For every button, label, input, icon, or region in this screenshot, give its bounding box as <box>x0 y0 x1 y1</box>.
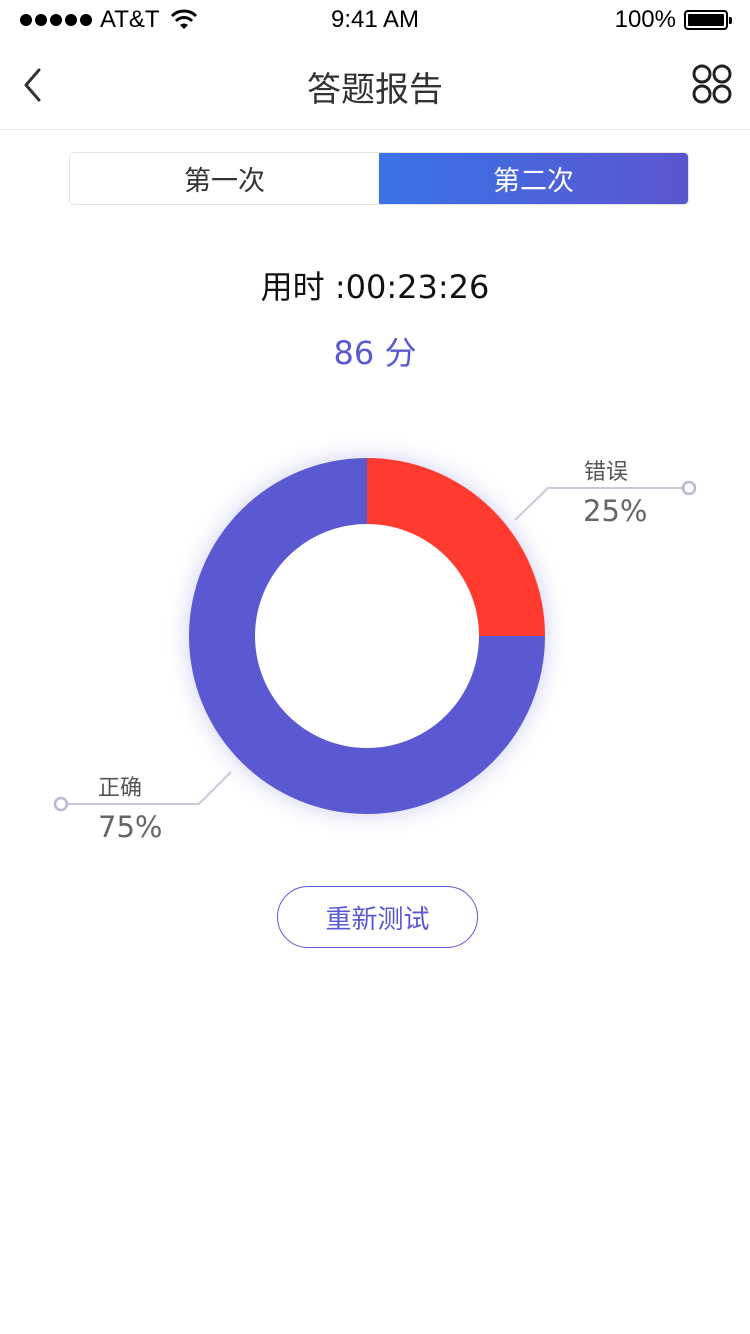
battery-percent: 100% <box>614 6 676 33</box>
menu-button[interactable] <box>692 64 732 104</box>
error-percent: 25% <box>583 494 648 528</box>
four-circles-icon <box>692 64 732 104</box>
donut-hole <box>255 524 479 748</box>
score: 86 分 <box>333 334 417 372</box>
status-bar: AT&T 9:41 AM 100% <box>0 0 750 40</box>
attempt-tabs: 第一次 第二次 <box>69 152 689 205</box>
elapsed-time: 用时 :00:23:26 <box>260 268 490 306</box>
battery-icon <box>684 10 732 30</box>
page-title: 答题报告 <box>307 70 443 110</box>
correct-label: 正确 <box>98 776 143 801</box>
tab-first-attempt[interactable]: 第一次 <box>70 153 379 204</box>
error-label: 错误 <box>584 460 629 485</box>
correct-leader-dot <box>53 796 69 812</box>
correct-leader-line <box>67 771 232 805</box>
error-leader-dot <box>681 480 697 496</box>
status-right: 100% <box>614 6 732 34</box>
nav-bar: 答题报告 <box>0 40 750 130</box>
retest-button[interactable]: 重新测试 <box>277 886 478 948</box>
correct-percent: 75% <box>98 810 163 844</box>
tab-second-attempt[interactable]: 第二次 <box>379 153 688 204</box>
